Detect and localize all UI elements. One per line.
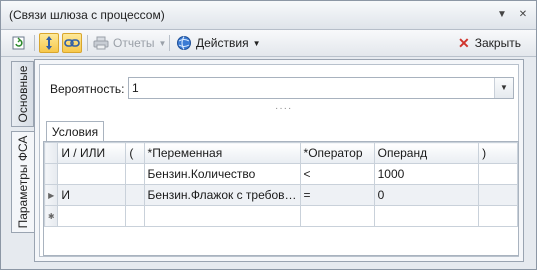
chevron-down-icon: ▼ (158, 38, 167, 48)
link-button[interactable] (62, 33, 82, 53)
table-header-row: И / ИЛИ ( *Переменная *Оператор Операнд … (43, 142, 518, 164)
vertical-tab-strip: Основные Параметры ФСА (11, 59, 35, 265)
close-icon[interactable]: ✕ (517, 9, 529, 21)
cell-operand[interactable]: 1000 (373, 163, 480, 185)
cell-variable[interactable] (143, 205, 301, 227)
cell-operand[interactable] (373, 205, 480, 227)
tab-content: Вероятность: 1 ▼ ···· Условия И / ИЛИ (… (34, 59, 524, 262)
column-header[interactable]: ) (478, 142, 518, 164)
refresh-button[interactable] (9, 33, 29, 53)
tab-main-label: Основные (15, 65, 30, 123)
params-panel: Вероятность: 1 ▼ ···· Условия И / ИЛИ (… (39, 64, 519, 257)
row-indicator[interactable] (43, 163, 59, 185)
column-header[interactable]: *Оператор (299, 142, 375, 164)
toolbar: Отчеты ▼ Действия ▼ ✕ Закрыть (1, 30, 536, 57)
refresh-icon (12, 36, 25, 50)
cell-close-paren[interactable] (478, 163, 518, 185)
cell-operator[interactable]: = (299, 184, 375, 206)
table-row[interactable]: Бензин.Количество < 1000 (43, 163, 518, 185)
tab-fsa-params-label: Параметры ФСА (16, 135, 30, 229)
new-row[interactable]: ✱ (43, 205, 518, 227)
move-button[interactable] (39, 33, 59, 53)
cell-open-paren[interactable] (125, 184, 145, 206)
dialog-window: (Связи шлюза с процессом) ▼ ✕ Отчеты ▼ Д… (0, 0, 537, 270)
close-button[interactable]: ✕ Закрыть (458, 33, 521, 53)
conditions-table: И / ИЛИ ( *Переменная *Оператор Операнд … (43, 142, 518, 227)
chevron-down-icon[interactable]: ▼ (494, 78, 513, 98)
conditions-grid: И / ИЛИ ( *Переменная *Оператор Операнд … (43, 141, 519, 256)
row-indicator-header (43, 142, 59, 164)
globe-icon (177, 36, 191, 50)
cell-and-or[interactable] (57, 205, 127, 227)
cell-operand[interactable]: 0 (373, 184, 480, 206)
probability-label: Вероятность: (50, 82, 125, 96)
printer-icon (93, 36, 109, 50)
cell-and-or[interactable] (57, 163, 127, 185)
close-x-icon: ✕ (458, 34, 470, 51)
cell-operator[interactable]: < (299, 163, 375, 185)
probability-value: 1 (132, 81, 139, 95)
move-arrows-icon (46, 36, 52, 50)
close-label: Закрыть (474, 36, 521, 50)
splitter-handle[interactable]: ···· (275, 104, 291, 114)
reports-menu[interactable]: Отчеты ▼ (93, 33, 166, 53)
cell-and-or[interactable]: И (57, 184, 127, 206)
cell-open-paren[interactable] (125, 163, 145, 185)
tab-main[interactable]: Основные (11, 61, 34, 127)
tab-conditions-label: Условия (51, 125, 99, 139)
cell-open-paren[interactable] (125, 205, 145, 227)
actions-label: Действия (196, 36, 249, 50)
chevron-down-icon: ▼ (252, 38, 261, 48)
cell-close-paren[interactable] (478, 205, 518, 227)
new-row-asterisk-icon[interactable]: ✱ (43, 205, 59, 227)
cell-close-paren[interactable] (478, 184, 518, 206)
tab-conditions[interactable]: Условия (46, 121, 104, 142)
tab-fsa-params[interactable]: Параметры ФСА (11, 131, 34, 233)
dropdown-icon[interactable]: ▼ (496, 9, 508, 21)
title-bar: (Связи шлюза с процессом) ▼ ✕ (1, 1, 536, 30)
current-row-icon[interactable]: ▶ (43, 184, 59, 206)
actions-menu[interactable]: Действия ▼ (176, 33, 261, 53)
column-header[interactable]: *Переменная (143, 142, 301, 164)
column-header[interactable]: Операнд (373, 142, 480, 164)
column-header[interactable]: И / ИЛИ (57, 142, 127, 164)
column-header[interactable]: ( (125, 142, 145, 164)
reports-label: Отчеты (113, 36, 155, 50)
probability-combobox[interactable]: 1 ▼ (128, 77, 514, 99)
window-title: (Связи шлюза с процессом) (9, 8, 165, 22)
cell-operator[interactable] (299, 205, 375, 227)
table-row[interactable]: ▶ И Бензин.Флажок с требов… = 0 (43, 184, 518, 206)
cell-variable[interactable]: Бензин.Флажок с требов… (143, 184, 301, 206)
link-icon (64, 39, 80, 47)
cell-variable[interactable]: Бензин.Количество (143, 163, 301, 185)
